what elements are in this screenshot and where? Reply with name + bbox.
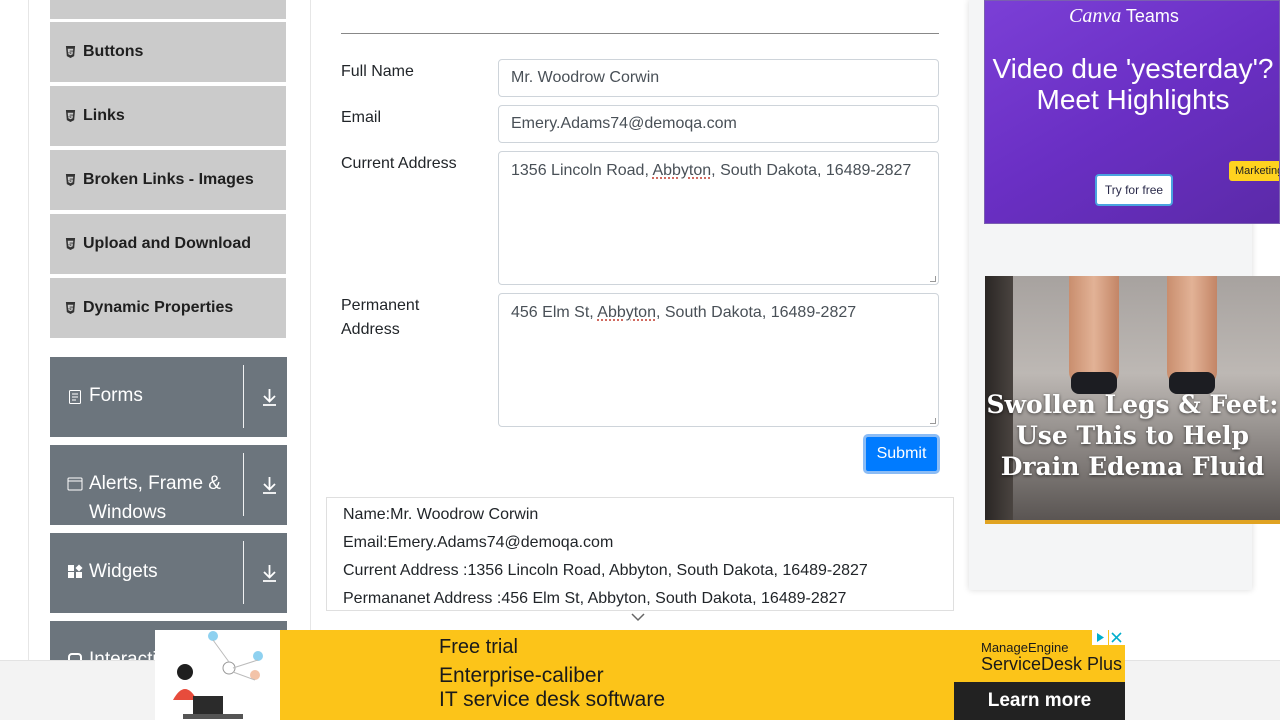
sidebar-item-label: Dynamic Properties — [83, 299, 234, 316]
learn-more-button[interactable]: Learn more — [954, 682, 1125, 720]
ad-image-leg — [1069, 276, 1119, 386]
current-address-textarea[interactable]: 1356 Lincoln Road, Abbyton, South Dakota… — [498, 151, 939, 285]
sidebar-item-label: Upload and Download — [83, 235, 251, 252]
group-divider — [243, 541, 244, 604]
full-name-input[interactable] — [498, 59, 939, 97]
output-email: Email:Emery.Adams74@demoqa.com — [343, 534, 614, 551]
html5-icon — [65, 238, 76, 250]
form-icon — [69, 390, 81, 404]
canva-logo-text: Canva — [1069, 5, 1122, 27]
output-current-address: Current Address :1356 Lincoln Road, Abby… — [343, 562, 868, 579]
permanent-address-textarea[interactable]: 456 Elm St, Abbyton, South Dakota, 16489… — [498, 293, 939, 427]
email-input[interactable] — [498, 105, 939, 143]
bottom-banner-ad[interactable]: Free trial Enterprise-caliber IT service… — [155, 630, 1125, 720]
sidebar-item-previous[interactable] — [50, 0, 286, 20]
window-icon — [67, 477, 83, 491]
sidebar-group-forms[interactable]: Forms — [50, 357, 287, 437]
permanent-address-text-end: , South Dakota, 16489-2827 — [655, 304, 857, 321]
sidebar-item-label: Links — [83, 107, 125, 124]
download-arrow-icon[interactable] — [261, 387, 278, 407]
banner-line1: Free trial — [439, 636, 518, 658]
widgets-icon — [68, 564, 83, 578]
banner-illustration — [155, 630, 280, 720]
spellcheck-word: Abbyton — [652, 162, 712, 179]
html5-icon — [65, 302, 76, 314]
html5-icon — [65, 46, 76, 58]
email-label: Email — [341, 109, 382, 126]
current-address-text-end: , South Dakota, 16489-2827 — [711, 162, 912, 179]
current-address-text-start: 1356 Lincoln Road, — [511, 162, 653, 179]
legs-ad[interactable]: Swollen Legs & Feet: Use This to Help Dr… — [985, 276, 1280, 524]
sidebar-group-alerts[interactable]: Alerts, Frame & Windows — [50, 445, 287, 525]
html5-icon — [65, 174, 76, 186]
group-divider — [243, 453, 244, 516]
chevron-down-icon[interactable] — [631, 612, 645, 622]
canva-teams-text: Teams — [1121, 6, 1179, 26]
output-permanent-address: Permananet Address :456 Elm St, Abbyton,… — [343, 590, 847, 607]
resize-handle[interactable] — [930, 418, 936, 424]
sidebar-item-broken-links[interactable]: Broken Links - Images — [50, 150, 286, 211]
canva-cta-button[interactable]: Try for free — [1095, 174, 1173, 206]
legs-ad-headline: Swollen Legs & Feet: Use This to Help Dr… — [986, 390, 1279, 481]
banner-product: ServiceDesk Plus — [981, 654, 1123, 674]
permanent-address-text-start: 456 Elm St, — [511, 304, 598, 321]
canva-headline: Video due 'yesterday'? Meet Highlights — [992, 53, 1274, 115]
canva-tag: Marketing — [1229, 161, 1279, 181]
output-panel: Name:Mr. Woodrow Corwin Email:Emery.Adam… — [326, 497, 954, 611]
html5-icon — [65, 110, 76, 122]
output-name: Name:Mr. Woodrow Corwin — [343, 506, 539, 523]
full-name-label: Full Name — [341, 63, 414, 80]
submit-button[interactable]: Submit — [863, 434, 940, 474]
download-arrow-icon[interactable] — [261, 475, 278, 495]
banner-lines: Enterprise-caliber IT service desk softw… — [439, 664, 665, 712]
sidebar-group-label: Widgets — [89, 561, 158, 582]
resize-handle[interactable] — [930, 276, 936, 282]
ad-choices-close-icon[interactable] — [1092, 630, 1125, 645]
sidebar-item-links[interactable]: Links — [50, 86, 286, 147]
sidebar-group-label: Forms — [89, 385, 143, 406]
download-arrow-icon[interactable] — [261, 563, 278, 583]
permanent-address-label-line1: Permanent — [341, 297, 420, 314]
banner-brand: ManageEngine — [981, 640, 1069, 655]
sidebar-item-dynamic-properties[interactable]: Dynamic Properties — [50, 278, 286, 339]
canva-ad[interactable]: Canva Teams Video due 'yesterday'? Meet … — [984, 0, 1280, 224]
banner-line3: IT service desk software — [439, 688, 666, 711]
sidebar-right-line — [310, 0, 311, 660]
sidebar-item-upload-download[interactable]: Upload and Download — [50, 214, 286, 275]
sidebar-item-buttons[interactable]: Buttons — [50, 22, 286, 83]
permanent-address-label: Permanent Address — [341, 294, 419, 342]
current-address-label: Current Address — [341, 155, 457, 172]
permanent-address-label-line2: Address — [341, 321, 400, 338]
group-divider — [243, 365, 244, 428]
canva-brand: Canva Teams — [1069, 5, 1179, 28]
person-laptop-icon — [173, 631, 263, 719]
ad-image-leg — [1167, 276, 1217, 386]
sidebar-item-label: Buttons — [83, 43, 144, 60]
sidebar-group-widgets[interactable]: Widgets — [50, 533, 287, 613]
sidebar-group-label: Alerts, Frame & Windows — [89, 473, 221, 523]
sidebar-item-label: Broken Links - Images — [83, 171, 254, 188]
banner-line2: Enterprise-caliber — [439, 664, 604, 687]
spellcheck-word: Abbyton — [597, 304, 656, 321]
left-gutter-line — [28, 0, 29, 660]
form-divider — [341, 33, 939, 34]
